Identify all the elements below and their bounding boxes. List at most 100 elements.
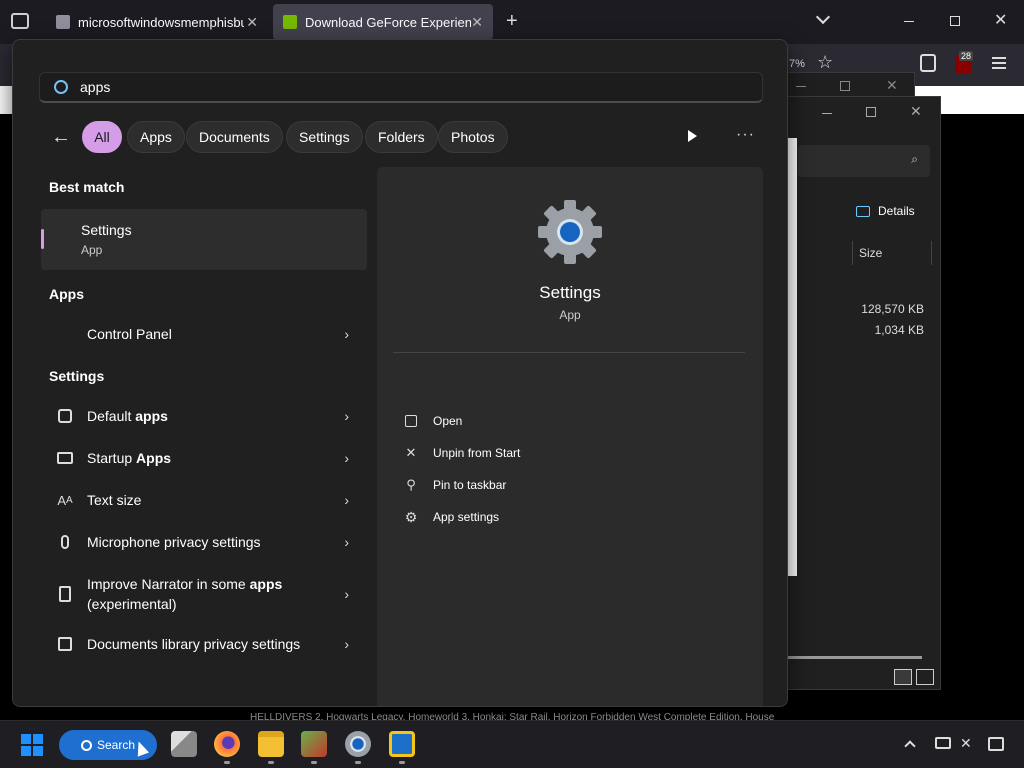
text-size-icon: AA	[57, 492, 73, 508]
chevron-right-icon[interactable]: ›	[344, 326, 349, 342]
chevron-right-icon[interactable]: ›	[344, 534, 349, 550]
preview-pane: Settings App Open ✕ Unpin from Start ⚲ P…	[377, 167, 763, 706]
chevron-right-icon[interactable]: ›	[344, 636, 349, 652]
result-default-apps[interactable]: Default apps ›	[41, 396, 367, 436]
browser-tab-active[interactable]: Download GeForce Experience | ✕	[273, 4, 493, 40]
chevron-down-icon[interactable]	[815, 9, 831, 25]
extensions-icon[interactable]	[920, 54, 936, 72]
action-app-settings[interactable]: ⚙ App settings	[403, 509, 499, 525]
documents-library-icon	[55, 634, 75, 654]
result-label: Text size	[87, 492, 142, 508]
result-startup-apps[interactable]: Startup Apps ›	[41, 438, 367, 478]
close-tab-icon[interactable]: ✕	[471, 14, 483, 31]
file-explorer-icon[interactable]	[258, 731, 284, 757]
explorer-search-box[interactable]: ⌕	[798, 145, 930, 177]
game-launcher-icon[interactable]	[301, 731, 327, 757]
details-view-icon[interactable]	[894, 669, 912, 685]
filter-documents[interactable]: Documents	[186, 121, 283, 153]
taskbar-search-label: Search	[97, 738, 136, 752]
details-pane-button[interactable]: Details	[856, 204, 915, 218]
browser-tab[interactable]: microsoftwindowsmemphisbu ✕	[46, 4, 268, 40]
settings-heading: Settings	[49, 368, 105, 384]
result-text-size[interactable]: AA Text size ›	[41, 480, 367, 520]
result-label: Improve Narrator in some apps (experimen…	[87, 576, 283, 612]
network-off-icon[interactable]: ✕	[960, 735, 972, 752]
display-icon[interactable]	[935, 737, 951, 749]
explorer-window: ✕ ⌕ Details Size 128,570 KB 1,034 KB	[785, 96, 941, 690]
chevron-right-icon[interactable]: ›	[344, 408, 349, 424]
chevron-right-icon[interactable]: ›	[344, 450, 349, 466]
explorer-content-white	[787, 138, 797, 576]
task-view-icon[interactable]	[171, 731, 197, 757]
restore-icon[interactable]	[950, 16, 960, 26]
tiles-view-icon[interactable]	[916, 669, 934, 685]
tab-list-icon[interactable]	[11, 13, 29, 29]
search-icon: ⌕	[911, 152, 918, 166]
filter-apps[interactable]: Apps	[127, 121, 185, 153]
settings-taskbar-icon[interactable]	[345, 731, 371, 757]
close-icon[interactable]: ✕	[886, 77, 898, 94]
browser-tab-bar: microsoftwindowsmemphisbu ✕ Download GeF…	[0, 0, 1024, 44]
action-label: Unpin from Start	[433, 446, 521, 460]
search-icon	[54, 80, 68, 94]
action-open[interactable]: Open	[403, 413, 462, 429]
taskbar: Search ✕	[0, 720, 1024, 768]
preview-title: Settings	[539, 283, 601, 302]
windows-start-icon[interactable]	[21, 734, 43, 756]
result-control-panel[interactable]: Control Panel ›	[41, 314, 367, 354]
bookmark-star-icon[interactable]: ☆	[817, 52, 833, 73]
close-window-icon[interactable]: ✕	[994, 10, 1007, 30]
search-input[interactable]	[80, 79, 680, 95]
result-documents-library-privacy[interactable]: Documents library privacy settings ›	[41, 624, 367, 664]
running-indicator	[399, 761, 405, 764]
result-label: Default apps	[87, 408, 168, 424]
size-header-label: Size	[859, 246, 883, 260]
gear-icon: ⚙	[404, 508, 418, 525]
firefox-icon[interactable]	[214, 731, 240, 757]
horizontal-scrollbar[interactable]	[788, 656, 922, 659]
close-tab-icon[interactable]: ✕	[246, 14, 258, 31]
action-label: App settings	[433, 510, 500, 524]
back-arrow-icon[interactable]: ←	[51, 126, 71, 149]
result-label: Microphone privacy settings	[87, 534, 261, 550]
best-match-settings[interactable]: Settings App	[41, 209, 367, 270]
action-label: Open	[433, 414, 463, 428]
search-box[interactable]	[39, 72, 763, 103]
maximize-icon[interactable]	[866, 107, 876, 117]
column-header-size[interactable]: Size	[852, 241, 932, 265]
action-unpin-from-start[interactable]: ✕ Unpin from Start	[403, 445, 521, 461]
action-pin-to-taskbar[interactable]: ⚲ Pin to taskbar	[403, 477, 506, 493]
close-icon[interactable]: ✕	[910, 103, 922, 120]
minimize-icon[interactable]	[904, 21, 914, 22]
details-label: Details	[878, 204, 915, 218]
result-label: Documents library privacy settings	[87, 636, 301, 652]
menu-icon[interactable]	[992, 57, 1006, 69]
filter-folders[interactable]: Folders	[365, 121, 438, 153]
filter-all[interactable]: All	[82, 121, 122, 153]
filter-settings[interactable]: Settings	[286, 121, 363, 153]
preview-divider	[393, 352, 745, 353]
play-icon[interactable]	[688, 130, 697, 142]
minimize-icon[interactable]	[822, 113, 832, 114]
zoom-level[interactable]: 7%	[789, 58, 805, 70]
new-tab-button[interactable]: +	[506, 10, 518, 33]
tab-title: microsoftwindowsmemphisbu	[78, 14, 244, 30]
chevron-up-icon[interactable]	[904, 740, 916, 752]
filter-photos[interactable]: Photos	[438, 121, 508, 153]
startup-apps-icon	[55, 448, 75, 468]
settings-gear-icon	[538, 200, 602, 264]
maximize-icon[interactable]	[840, 81, 850, 91]
running-indicator	[355, 761, 361, 764]
notification-icon[interactable]	[988, 737, 1004, 751]
chevron-right-icon[interactable]: ›	[344, 586, 349, 602]
document-favicon-icon	[56, 15, 70, 29]
chevron-right-icon[interactable]: ›	[344, 492, 349, 508]
microsoft-store-icon[interactable]	[389, 731, 415, 757]
action-label: Pin to taskbar	[433, 478, 507, 492]
result-improve-narrator[interactable]: Improve Narrator in some apps (experimen…	[41, 566, 367, 622]
control-panel-icon	[55, 324, 75, 344]
details-icon	[856, 205, 870, 217]
result-microphone-privacy[interactable]: Microphone privacy settings ›	[41, 522, 367, 562]
minimize-icon[interactable]	[796, 86, 806, 87]
more-options-icon[interactable]: ···	[736, 126, 755, 144]
